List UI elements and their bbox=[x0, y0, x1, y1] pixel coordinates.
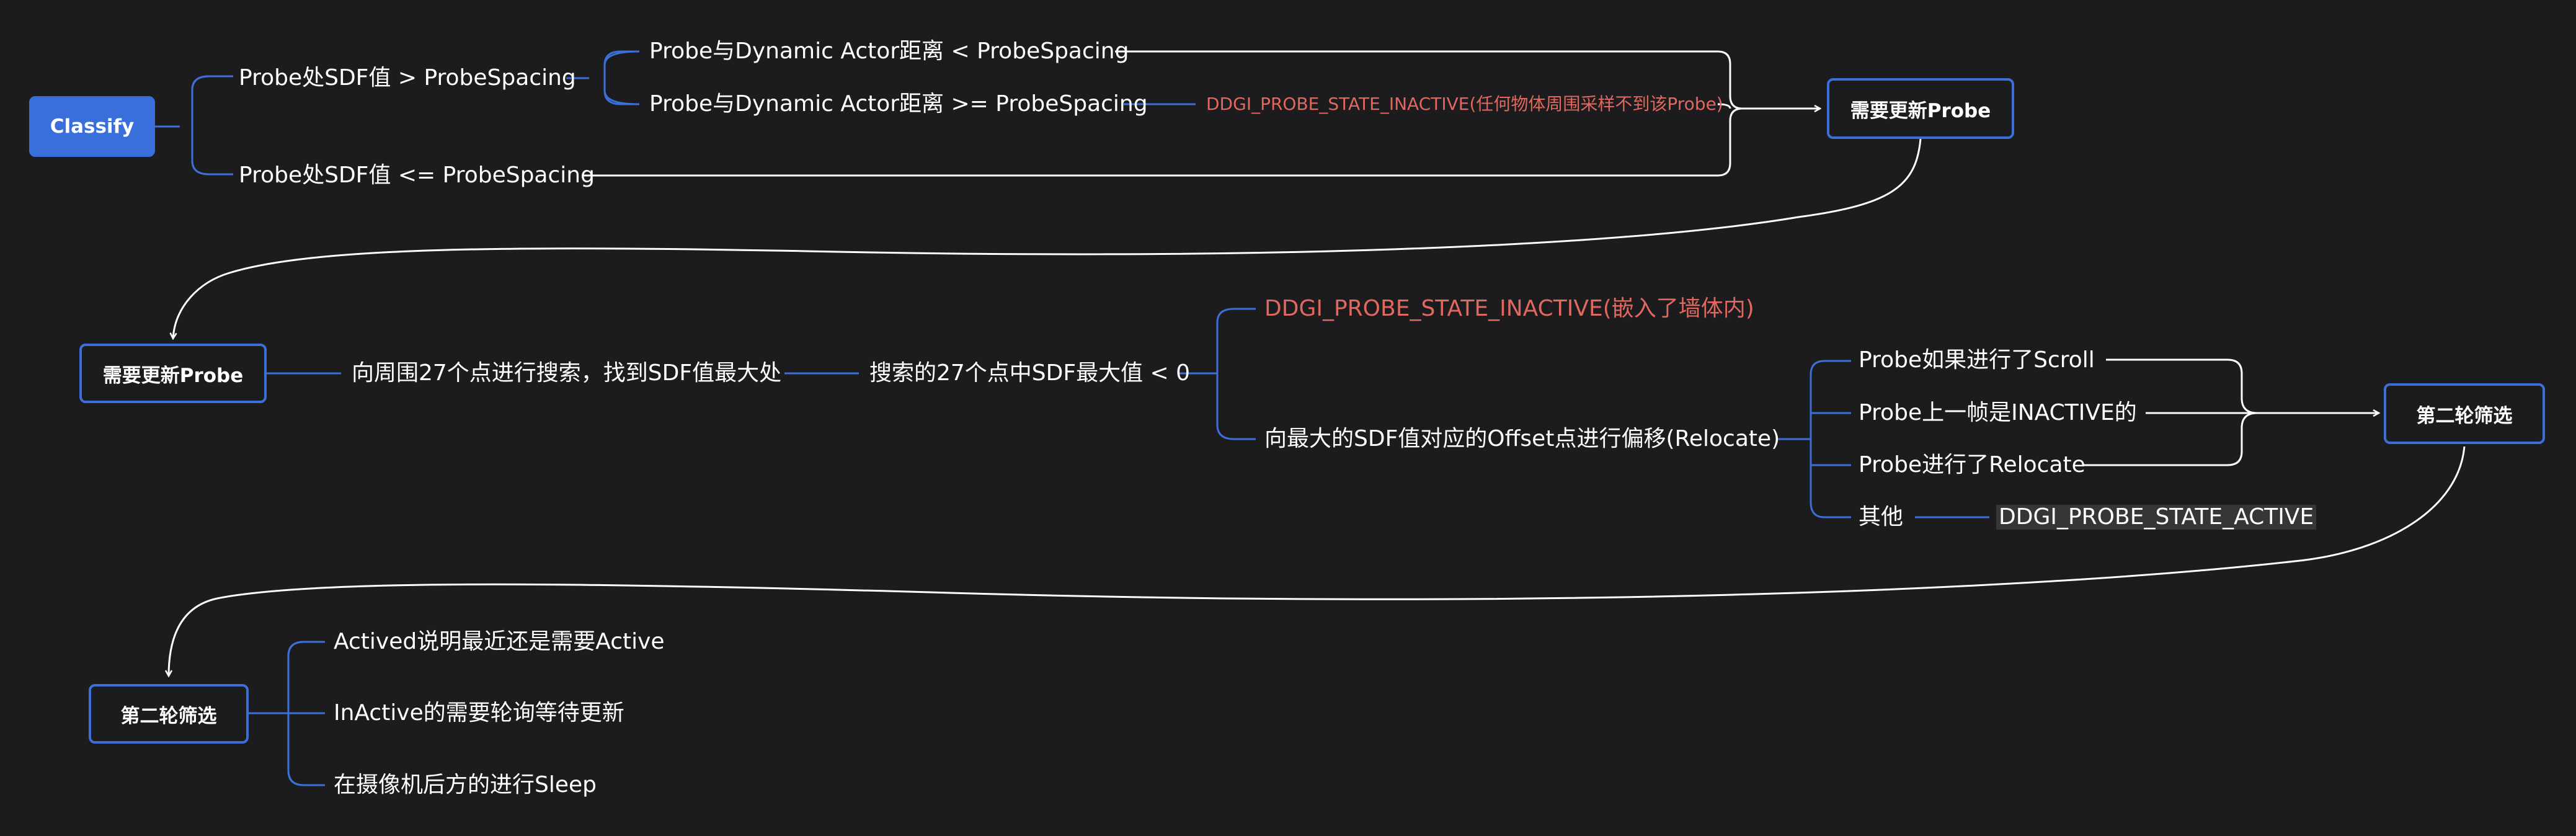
scroll-label: Probe如果进行了Scroll bbox=[1859, 347, 2095, 373]
connector-scroll-branch bbox=[1810, 360, 1851, 375]
connector-actived-branch bbox=[287, 641, 325, 657]
probe-state-inactive-embedded-label: DDGI_PROBE_STATE_INACTIVE(嵌入了墙体内) bbox=[1264, 296, 1754, 321]
connector-classify-branch-lower bbox=[191, 149, 233, 176]
update-probe-node-1[interactable]: 需要更新Probe bbox=[1827, 78, 2014, 139]
update-probe-node-2[interactable]: 需要更新Probe bbox=[79, 344, 267, 403]
relocate-label: 向最大的SDF值对应的Offset点进行偏移(Relocate) bbox=[1264, 426, 1780, 451]
other-label: 其他 bbox=[1859, 504, 1904, 530]
actived-label: Actived说明最近还是需要Active bbox=[334, 629, 665, 654]
second-round-filter-node-1[interactable]: 第二轮筛选 bbox=[2384, 383, 2545, 444]
connector-max-fork-lower bbox=[1216, 373, 1256, 440]
last-inactive-label: Probe上一帧是INACTIVE的 bbox=[1859, 400, 2137, 425]
connector-classify-branch-upper bbox=[191, 75, 233, 105]
second-round-filter-node-2[interactable]: 第二轮筛选 bbox=[89, 684, 249, 744]
connector-sleep-branch bbox=[287, 770, 325, 786]
dist-less-label: Probe与Dynamic Actor距离 < ProbeSpacing bbox=[649, 38, 1129, 64]
inactive-poll-label: InActive的需要轮询等待更新 bbox=[334, 700, 624, 726]
search-neighbors-label: 向周围27个点进行搜索，找到SDF值最大处 bbox=[352, 360, 782, 386]
classify-node[interactable]: Classify bbox=[29, 96, 155, 157]
probe-state-inactive-label: DDGI_PROBE_STATE_INACTIVE(任何物体周围采样不到该Pro… bbox=[1206, 94, 1723, 114]
arrow-sdf-less-to-target bbox=[583, 107, 1743, 177]
connector-dist-greater-branch bbox=[603, 90, 639, 105]
probe-state-active-label: DDGI_PROBE_STATE_ACTIVE bbox=[1996, 505, 2317, 530]
sdf-greater-label: Probe处SDF值 > ProbeSpacing bbox=[239, 65, 576, 91]
relocated-label: Probe进行了Relocate bbox=[1859, 452, 2085, 478]
connector-other-branch bbox=[1810, 502, 1851, 518]
mind-map-canvas: Classify Probe处SDF值 > ProbeSpacing Probe… bbox=[0, 0, 2576, 836]
connector-max-fork-upper bbox=[1216, 308, 1256, 373]
connector-classify-fork bbox=[191, 75, 210, 176]
max-sdf-negative-label: 搜索的27个点中SDF最大值 < 0 bbox=[869, 360, 1191, 386]
sleep-label: 在摄像机后方的进行Sleep bbox=[334, 772, 597, 798]
connector-dist-less-branch bbox=[603, 50, 639, 66]
dist-greater-equal-label: Probe与Dynamic Actor距离 >= ProbeSpacing bbox=[649, 91, 1148, 117]
sdf-less-equal-label: Probe处SDF值 <= ProbeSpacing bbox=[239, 162, 595, 188]
connector-sdf-greater-fork bbox=[603, 50, 639, 105]
